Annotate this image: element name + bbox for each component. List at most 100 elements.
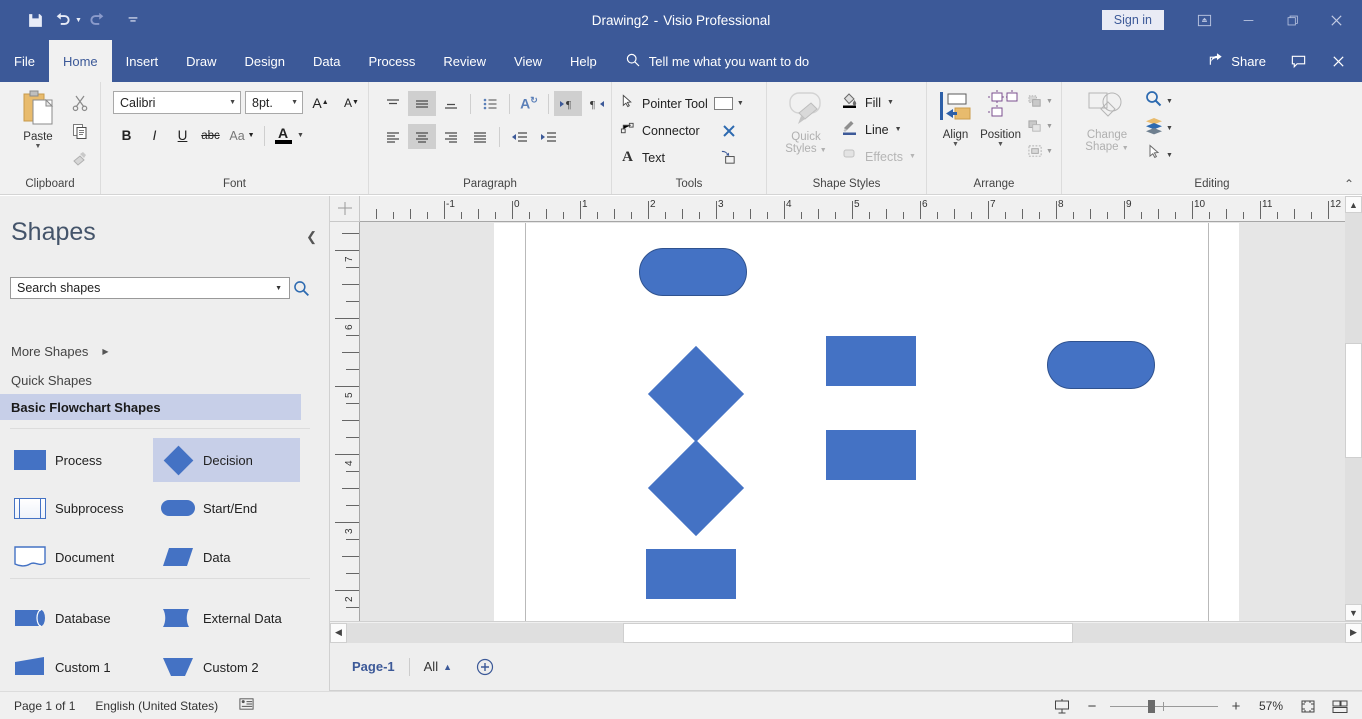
page-sheet[interactable] — [494, 223, 1239, 621]
all-pages-button[interactable]: All ▲ — [424, 659, 452, 674]
horizontal-ruler[interactable]: -1 0 1 2 3 4 5 6 7 8 9 10 11 12 — [360, 196, 1362, 222]
undo-dropdown-icon[interactable]: ▼ — [75, 17, 82, 24]
connection-point-tool-icon[interactable] — [714, 144, 744, 171]
sign-in-button[interactable]: Sign in — [1101, 10, 1164, 30]
copy-icon[interactable] — [66, 118, 94, 144]
search-icon[interactable] — [290, 276, 312, 300]
zoom-slider[interactable] — [1110, 698, 1218, 714]
zoom-level-label[interactable]: 57% — [1254, 699, 1288, 713]
tab-data[interactable]: Data — [299, 40, 354, 82]
sidebar-item-basic-flowchart-shapes[interactable]: Basic Flowchart Shapes — [0, 394, 301, 420]
line-dropdown-icon[interactable]: ▼ — [895, 126, 902, 133]
change-case-icon[interactable]: Aa ▼ — [225, 123, 259, 148]
layers-button[interactable]: ▼ — [1144, 116, 1173, 140]
change-shape-button[interactable]: Change Shape ▼ — [1076, 87, 1138, 155]
shape-master-custom-2[interactable]: Custom 2 — [153, 645, 300, 689]
line-button[interactable]: Line ▼ — [841, 116, 916, 143]
redo-icon[interactable] — [84, 7, 110, 33]
align-right-icon[interactable] — [437, 124, 465, 149]
delete-tool-icon[interactable] — [714, 117, 744, 144]
bold-icon[interactable]: B — [113, 123, 140, 148]
select-button[interactable]: ▼ — [1144, 143, 1173, 167]
tab-view[interactable]: View — [500, 40, 556, 82]
sidebar-item-quick-shapes[interactable]: Quick Shapes — [0, 367, 330, 393]
ribbon-display-options-icon[interactable] — [1182, 4, 1226, 36]
font-family-combo[interactable]: Calibri ▼ — [113, 91, 241, 114]
send-to-back-icon[interactable]: ▼ — [1025, 114, 1055, 138]
search-input[interactable] — [15, 280, 272, 296]
paste-button[interactable]: Paste ▼ — [10, 87, 66, 151]
align-bottom-icon[interactable] — [437, 91, 465, 116]
scroll-up-icon[interactable]: ▲ — [1345, 196, 1362, 213]
layers-dropdown-icon[interactable]: ▼ — [1166, 125, 1173, 132]
rectangle-tool-icon[interactable]: ▼ — [713, 90, 744, 117]
group-icon[interactable]: ▼ — [1025, 139, 1055, 163]
font-color-icon[interactable]: A — [270, 123, 296, 148]
accessibility-check-icon[interactable] — [228, 696, 265, 715]
fit-page-icon[interactable] — [1296, 698, 1320, 715]
font-color-dropdown-icon[interactable]: ▼ — [297, 132, 304, 139]
restore-icon[interactable] — [1270, 4, 1314, 36]
customize-quick-access-toolbar-icon[interactable] — [120, 7, 146, 33]
strikethrough-icon[interactable]: abc — [197, 123, 224, 148]
zoom-out-button[interactable]: − — [1082, 698, 1102, 715]
cut-icon[interactable] — [66, 90, 94, 116]
align-center-icon[interactable] — [408, 124, 436, 149]
ltr-text-icon[interactable]: ¶ — [554, 91, 582, 116]
close-icon[interactable] — [1320, 44, 1356, 78]
horizontal-scroll-track[interactable] — [347, 622, 1345, 643]
start-end-shape[interactable] — [639, 248, 747, 296]
search-shapes-box[interactable]: ▼ — [10, 277, 290, 299]
process-shape-3[interactable] — [646, 549, 736, 599]
shape-master-external-data[interactable]: External Data — [153, 596, 300, 640]
tab-insert[interactable]: Insert — [112, 40, 173, 82]
drawing-surface[interactable] — [361, 223, 1348, 621]
chevron-down-icon[interactable]: ▼ — [271, 285, 286, 292]
page-status[interactable]: Page 1 of 1 — [0, 699, 85, 713]
paste-dropdown-icon[interactable]: ▼ — [35, 143, 42, 151]
increase-indent-icon[interactable] — [534, 124, 562, 149]
format-painter-icon[interactable] — [66, 146, 94, 172]
chevron-up-icon[interactable]: ⌃ — [1344, 177, 1354, 191]
scroll-left-icon[interactable]: ◀ — [330, 622, 347, 643]
quick-styles-button[interactable]: Quick Styles ▼ — [775, 87, 837, 157]
start-end-shape-2[interactable] — [1047, 341, 1155, 389]
add-page-button[interactable] — [476, 658, 494, 676]
align-top-icon[interactable] — [379, 91, 407, 116]
language-status[interactable]: English (United States) — [85, 699, 228, 713]
tab-file[interactable]: File — [0, 40, 49, 82]
align-button[interactable]: Align ▼ — [935, 87, 976, 149]
align-dropdown-icon[interactable]: ▼ — [952, 141, 959, 149]
zoom-slider-thumb[interactable] — [1148, 700, 1155, 713]
bring-to-front-icon[interactable]: ▼ — [1025, 89, 1055, 113]
shape-master-process[interactable]: Process — [5, 438, 152, 482]
canvas-horizontal-scrollbar[interactable]: ◀ ▶ — [330, 621, 1362, 643]
underline-icon[interactable]: U — [169, 123, 196, 148]
scroll-right-icon[interactable]: ▶ — [1345, 622, 1362, 643]
shape-master-document[interactable]: Document — [5, 535, 152, 579]
chevron-left-icon[interactable]: ❮ — [306, 229, 317, 245]
bullets-icon[interactable] — [476, 91, 504, 116]
text-direction-icon[interactable]: A↻ — [515, 91, 543, 116]
save-icon[interactable] — [22, 7, 48, 33]
decrease-font-size-icon[interactable]: A ▼ — [338, 90, 365, 115]
chevron-down-icon[interactable]: ▼ — [223, 99, 236, 106]
italic-icon[interactable]: I — [141, 123, 168, 148]
tab-home[interactable]: Home — [48, 40, 112, 82]
fill-dropdown-icon[interactable]: ▼ — [887, 99, 894, 106]
tab-design[interactable]: Design — [231, 40, 299, 82]
tab-process[interactable]: Process — [354, 40, 429, 82]
position-button[interactable]: Position ▼ — [976, 87, 1025, 149]
tab-draw[interactable]: Draw — [172, 40, 230, 82]
canvas-vertical-scrollbar[interactable]: ▲ ▼ — [1345, 196, 1362, 621]
shape-master-custom-1[interactable]: Custom 1 — [5, 645, 152, 689]
minimize-icon[interactable] — [1226, 4, 1270, 36]
text-tool[interactable]: A Text — [620, 144, 708, 171]
zoom-in-button[interactable]: + — [1226, 698, 1246, 715]
pointer-tool[interactable]: Pointer Tool — [620, 90, 708, 117]
vertical-scroll-thumb[interactable] — [1345, 343, 1362, 458]
fit-window-icon[interactable] — [1328, 698, 1352, 715]
find-button[interactable]: ▼ — [1144, 89, 1173, 113]
ruler-corner[interactable] — [330, 196, 360, 222]
decrease-indent-icon[interactable] — [505, 124, 533, 149]
